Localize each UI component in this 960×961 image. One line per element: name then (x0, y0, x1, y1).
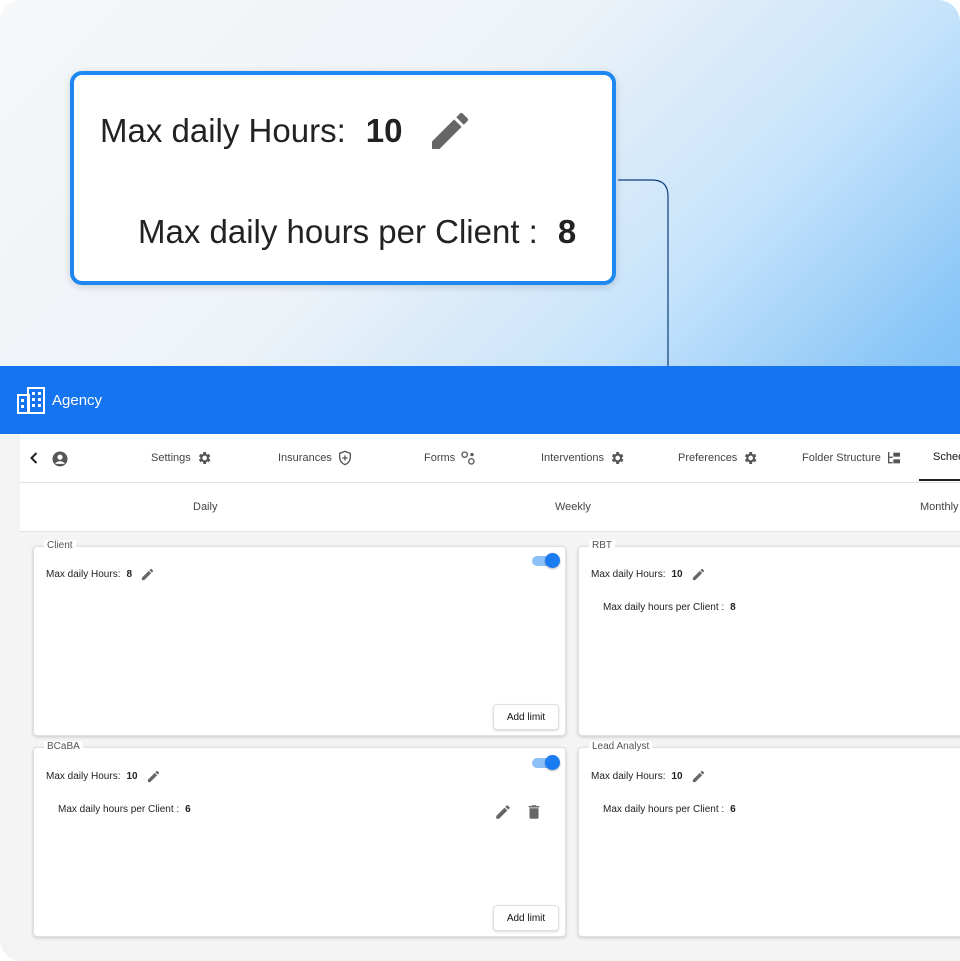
per-client-value: 6 (185, 804, 191, 815)
tab-schedule[interactable]: Sched (919, 434, 960, 481)
tab-forms[interactable]: Forms (424, 434, 476, 482)
building-icon (17, 387, 45, 414)
per-client-row: Max daily hours per Client : 6 (603, 804, 736, 815)
per-client-value: 8 (730, 602, 736, 613)
lead-analyst-limit-card: Lead Analyst Max daily Hours: 10 Max dai… (578, 741, 960, 937)
subtab-weekly[interactable]: Weekly (555, 483, 591, 531)
per-client-label: Max daily hours per Client : (603, 602, 725, 613)
max-daily-row: Max daily Hours: 10 (591, 567, 706, 582)
per-client-label: Max daily hours per Client : (603, 804, 725, 815)
enable-toggle[interactable] (532, 755, 560, 770)
app-header: Agency (0, 366, 960, 434)
add-limit-button[interactable]: Add limit (493, 704, 559, 730)
tab-label: Interventions (541, 452, 604, 464)
card-title: BCaBA (44, 741, 83, 752)
pencil-icon[interactable] (140, 567, 155, 582)
zoom-max-daily-row: Max daily Hours: 10 (100, 107, 474, 155)
tab-label: Folder Structure (802, 452, 881, 464)
max-daily-label: Max daily Hours: (46, 771, 121, 782)
pencil-icon[interactable] (146, 769, 161, 784)
subtab-monthly[interactable]: Monthly (920, 483, 959, 531)
max-daily-row: Max daily Hours: 10 (591, 769, 706, 784)
max-daily-value: 10 (671, 771, 683, 782)
max-daily-label: Max daily Hours: (591, 771, 666, 782)
folder-tree-icon (887, 452, 900, 464)
tab-label: Forms (424, 452, 456, 464)
max-daily-value: 8 (126, 569, 133, 580)
zoom-per-client-label: Max daily hours per Client : (138, 213, 538, 250)
pencil-icon[interactable] (691, 567, 706, 582)
app-title: Agency (52, 391, 103, 409)
per-client-row: Max daily hours per Client : 8 (603, 602, 736, 613)
max-daily-value: 10 (126, 771, 138, 782)
tab-label: Sched (933, 450, 960, 463)
period-tabs: Daily Weekly Monthly (20, 483, 960, 532)
account-circle-icon[interactable] (51, 450, 69, 468)
pencil-icon[interactable] (426, 107, 474, 155)
tab-insurances[interactable]: Insurances (278, 434, 353, 482)
trash-icon[interactable] (525, 803, 543, 821)
enable-toggle[interactable] (532, 553, 560, 568)
tab-bar: Settings Insurances Forms Interventions … (20, 434, 960, 483)
per-client-row: Max daily hours per Client : 6 (58, 804, 191, 815)
pencil-icon[interactable] (494, 803, 512, 821)
card-title: RBT (589, 540, 615, 551)
forms-icon (461, 451, 475, 465)
bcaba-limit-card: BCaBA Max daily Hours: 10 Max daily hour… (33, 741, 566, 937)
toggle-thumb (545, 553, 560, 568)
app-window: Agency Settings Insurances Forms Interve… (0, 366, 960, 961)
gear-icon (198, 452, 211, 464)
shield-plus-icon (338, 450, 351, 466)
subtab-daily[interactable]: Daily (193, 483, 217, 531)
add-limit-button[interactable]: Add limit (493, 905, 559, 931)
zoom-max-daily-value: 10 (365, 112, 403, 149)
zoom-per-client-row: Max daily hours per Client : 8 (138, 213, 576, 251)
toggle-thumb (545, 755, 560, 770)
tab-label: Settings (151, 452, 191, 464)
zoom-callout: Max daily Hours: 10 Max daily hours per … (70, 71, 616, 285)
max-daily-row: Max daily Hours: 10 (46, 769, 161, 784)
max-daily-row: Max daily Hours: 8 (46, 567, 155, 582)
zoom-per-client-value: 8 (557, 213, 577, 250)
tab-preferences[interactable]: Preferences (678, 434, 758, 482)
max-daily-label: Max daily Hours: (591, 569, 666, 580)
client-limit-card: Client Max daily Hours: 8 Add limit (33, 540, 566, 736)
tab-folder-structure[interactable]: Folder Structure (802, 434, 902, 482)
max-daily-label: Max daily Hours: (46, 569, 121, 580)
zoom-max-daily-label: Max daily Hours: (100, 112, 346, 149)
rbt-limit-card: RBT Max daily Hours: 10 Max daily hours … (578, 540, 960, 736)
max-daily-value: 10 (671, 569, 683, 580)
chevron-left-icon[interactable] (24, 448, 44, 468)
pencil-icon[interactable] (691, 769, 706, 784)
per-client-label: Max daily hours per Client : (58, 804, 180, 815)
tab-settings[interactable]: Settings (151, 434, 212, 482)
tab-label: Insurances (278, 452, 332, 464)
settings-panel: Settings Insurances Forms Interventions … (20, 434, 960, 961)
card-title: Client (44, 540, 76, 551)
gear-icon (611, 452, 624, 464)
card-title: Lead Analyst (589, 741, 653, 752)
tab-interventions[interactable]: Interventions (541, 434, 625, 482)
per-client-value: 6 (730, 804, 736, 815)
tab-label: Preferences (678, 452, 738, 464)
gear-icon (745, 452, 757, 464)
